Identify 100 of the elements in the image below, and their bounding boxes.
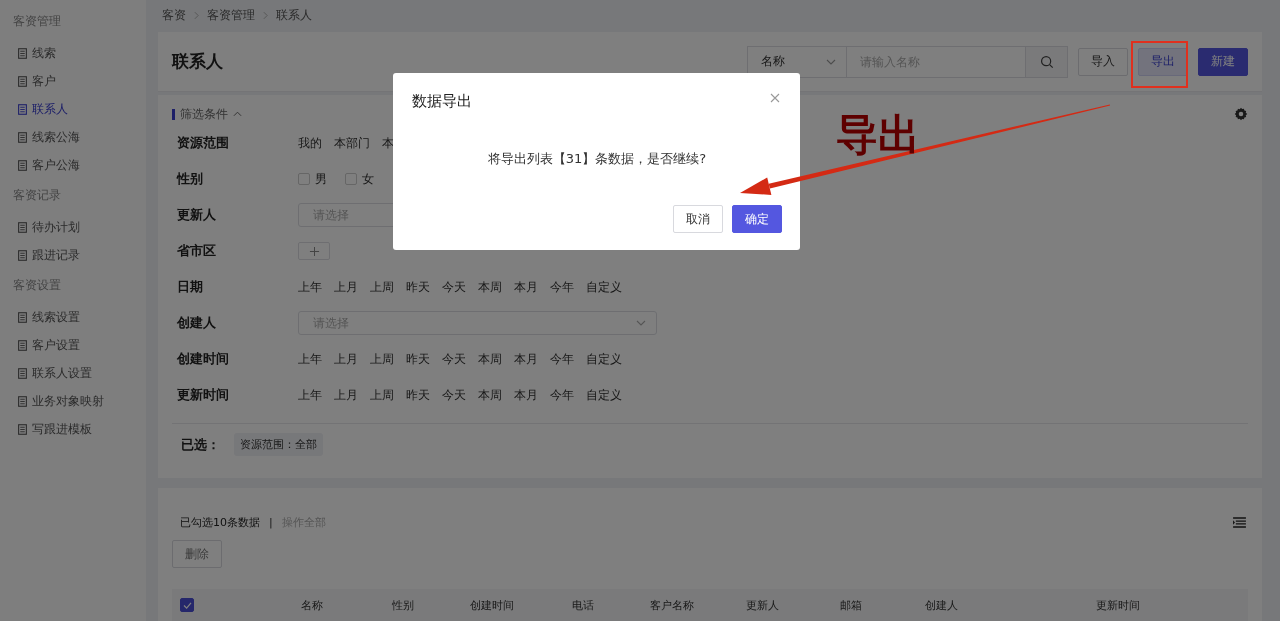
column-header[interactable]: 电话 [572, 597, 650, 613]
column-header[interactable]: 更新时间 [1096, 597, 1248, 613]
filter-option[interactable]: 上周 [370, 350, 394, 368]
filter-option[interactable]: 上年 [298, 350, 322, 368]
toolbar-button[interactable]: 导入 [1078, 47, 1128, 76]
filter-label: 资源范围 [176, 134, 230, 153]
breadcrumb-item[interactable]: 联系人 [276, 7, 312, 25]
checkbox-label: 女 [362, 170, 374, 188]
filter-option[interactable]: 上年 [298, 278, 322, 296]
document-icon [18, 221, 27, 233]
document-icon [18, 423, 27, 435]
search-button[interactable] [1026, 45, 1068, 78]
highlight-box [1131, 41, 1188, 88]
sidebar-item[interactable]: 业务对象映射 [0, 386, 146, 416]
filter-option[interactable]: 上月 [334, 350, 358, 368]
filter-option[interactable]: 今年 [550, 278, 574, 296]
sidebar-item[interactable]: 客户 [0, 66, 146, 96]
filter-label: 创建人 [176, 314, 217, 333]
column-settings-icon[interactable] [1233, 516, 1246, 528]
sidebar-item[interactable]: 线索 [0, 38, 146, 68]
toolbar-button[interactable]: 导出 [1138, 47, 1188, 76]
filter-option[interactable]: 本周 [478, 386, 502, 404]
filter-label: 性别 [175, 170, 204, 189]
column-header[interactable]: 创建时间 [470, 597, 572, 613]
sidebar-item[interactable]: 客户公海 [0, 150, 146, 180]
filter-option[interactable]: 我的 [298, 134, 322, 152]
filter-option[interactable]: 自定义 [586, 386, 622, 404]
plus-icon [308, 245, 320, 257]
document-icon [18, 395, 27, 407]
column-header[interactable]: 性别 [392, 597, 470, 613]
filter-option[interactable]: 上周 [370, 278, 394, 296]
filter-option[interactable]: 本周 [478, 278, 502, 296]
sidebar-item[interactable]: 联系人设置 [0, 358, 146, 388]
sidebar-item[interactable]: 线索公海 [0, 122, 146, 152]
filter-option[interactable]: 昨天 [406, 278, 430, 296]
chevron-down-icon [826, 58, 836, 65]
sidebar-item[interactable]: 线索设置 [0, 302, 146, 332]
annotation-label: 导出 [836, 110, 920, 160]
select-all-checkbox[interactable] [180, 598, 194, 612]
search-icon [1039, 54, 1054, 69]
document-icon [18, 159, 27, 171]
document-icon [18, 311, 27, 323]
filter-option[interactable]: 昨天 [406, 386, 430, 404]
filter-label: 更新人 [176, 206, 217, 225]
filter-label: 更新时间 [176, 386, 230, 405]
filter-label: 创建时间 [176, 350, 230, 369]
close-icon[interactable] [770, 93, 780, 103]
checkbox[interactable] [345, 173, 357, 186]
filter-option[interactable]: 本周 [478, 350, 502, 368]
delete-button[interactable]: 删除 [172, 540, 222, 568]
selected-label: 已选： [181, 435, 220, 454]
filter-option[interactable]: 上月 [334, 278, 358, 296]
sidebar-item[interactable]: 跟进记录 [0, 240, 146, 270]
filter-label: 日期 [176, 278, 204, 297]
filter-option[interactable]: 本月 [514, 350, 538, 368]
filter-option[interactable]: 本月 [514, 386, 538, 404]
separator: | [269, 515, 273, 529]
filter-option[interactable]: 自定义 [586, 350, 622, 368]
dialog-title: 数据导出 [412, 91, 472, 111]
column-header[interactable]: 名称 [301, 597, 392, 613]
add-button[interactable] [298, 242, 330, 261]
breadcrumb-item[interactable]: 客资管理 [207, 7, 255, 25]
dialog-button[interactable]: 取消 [673, 205, 723, 233]
filter-option[interactable]: 上周 [370, 386, 394, 404]
document-icon [18, 367, 27, 379]
chevron-up-icon[interactable] [233, 111, 242, 118]
filter-tag[interactable]: 资源范围：全部 [234, 433, 323, 457]
sidebar-item[interactable]: 待办计划 [0, 212, 146, 242]
filter-option[interactable]: 今天 [442, 386, 466, 404]
column-header[interactable]: 更新人 [746, 597, 840, 613]
settings-icon[interactable] [1234, 107, 1248, 122]
dialog-button[interactable]: 确定 [732, 205, 782, 233]
sidebar-item[interactable]: 客户设置 [0, 330, 146, 360]
selection-count: 已勾选10条数据 [180, 514, 260, 530]
sidebar-item[interactable]: 联系人 [0, 94, 146, 124]
column-header[interactable]: 邮箱 [840, 597, 925, 613]
document-icon [18, 339, 27, 351]
filter-option[interactable]: 本 [382, 134, 394, 152]
filter-option[interactable]: 本月 [514, 278, 538, 296]
filter-option[interactable]: 上月 [334, 386, 358, 404]
filter-option[interactable]: 今天 [442, 350, 466, 368]
dialog-message: 将导出列表【31】条数据，是否继续? [486, 150, 708, 168]
filter-option[interactable]: 昨天 [406, 350, 430, 368]
filter-label: 省市区 [176, 242, 217, 261]
filter-option[interactable]: 上年 [298, 386, 322, 404]
column-header[interactable]: 创建人 [925, 597, 1096, 613]
filter-option[interactable]: 今年 [550, 350, 574, 368]
document-icon [18, 47, 27, 59]
breadcrumb-item[interactable]: 客资 [162, 7, 186, 25]
filter-option[interactable]: 今天 [442, 278, 466, 296]
section-marker [172, 108, 175, 120]
toolbar-button[interactable]: 新建 [1198, 47, 1248, 76]
filter-option[interactable]: 本部门 [334, 134, 370, 152]
sidebar-item[interactable]: 写跟进模板 [0, 414, 146, 444]
filter-option[interactable]: 自定义 [586, 278, 622, 296]
checkbox[interactable] [298, 173, 310, 186]
column-header[interactable]: 客户名称 [650, 597, 746, 613]
filter-option[interactable]: 今年 [550, 386, 574, 404]
field-select[interactable]: 名称 [747, 45, 846, 78]
document-icon [18, 249, 27, 261]
